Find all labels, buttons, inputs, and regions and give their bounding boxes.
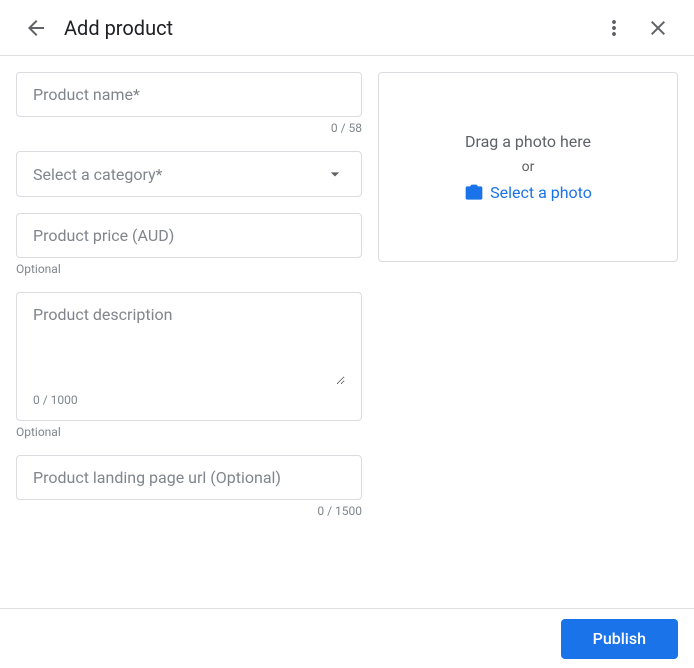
close-icon [646,16,670,40]
back-button[interactable] [16,8,56,48]
photo-upload-area[interactable]: Drag a photo here or Select a photo [378,72,678,262]
select-photo-label: Select a photo [490,183,592,202]
more-icon [602,16,626,40]
product-description-wrapper: 0 / 1000 [16,292,362,421]
product-price-optional: Optional [16,262,362,276]
main-content: 0 / 58 Select a category* Optional 0 / 1… [0,56,694,608]
product-description-optional: Optional [16,425,362,439]
footer: Publish [0,608,694,668]
more-options-button[interactable] [594,8,634,48]
product-name-group: 0 / 58 [16,72,362,135]
close-button[interactable] [638,8,678,48]
or-text: or [522,159,535,175]
camera-icon [464,183,484,203]
publish-label: Publish [593,629,646,648]
header: Add product [0,0,694,56]
product-description-char-count: 0 / 1000 [33,393,78,407]
product-description-group: 0 / 1000 Optional [16,292,362,439]
product-name-wrapper [16,72,362,117]
category-placeholder: Select a category* [33,165,163,184]
landing-page-url-input[interactable] [33,468,345,487]
landing-page-url-char-count: 0 / 1500 [16,504,362,518]
product-name-char-count: 0 / 58 [16,121,362,135]
left-column: 0 / 58 Select a category* Optional 0 / 1… [16,72,362,592]
select-photo-button[interactable]: Select a photo [464,183,592,203]
product-price-group: Optional [16,213,362,276]
product-name-input[interactable] [33,85,345,104]
product-description-input[interactable] [33,305,345,385]
publish-button[interactable]: Publish [561,619,678,659]
landing-page-url-wrapper [16,455,362,500]
right-column: Drag a photo here or Select a photo [378,72,678,592]
product-price-wrapper [16,213,362,258]
category-select[interactable]: Select a category* [16,151,362,197]
header-actions [594,8,678,48]
product-price-input[interactable] [33,226,345,245]
drag-photo-text: Drag a photo here [465,132,591,151]
chevron-down-icon [325,164,345,184]
landing-page-url-group: 0 / 1500 [16,455,362,518]
back-icon [24,16,48,40]
category-group: Select a category* [16,151,362,197]
page-title: Add product [64,16,594,40]
